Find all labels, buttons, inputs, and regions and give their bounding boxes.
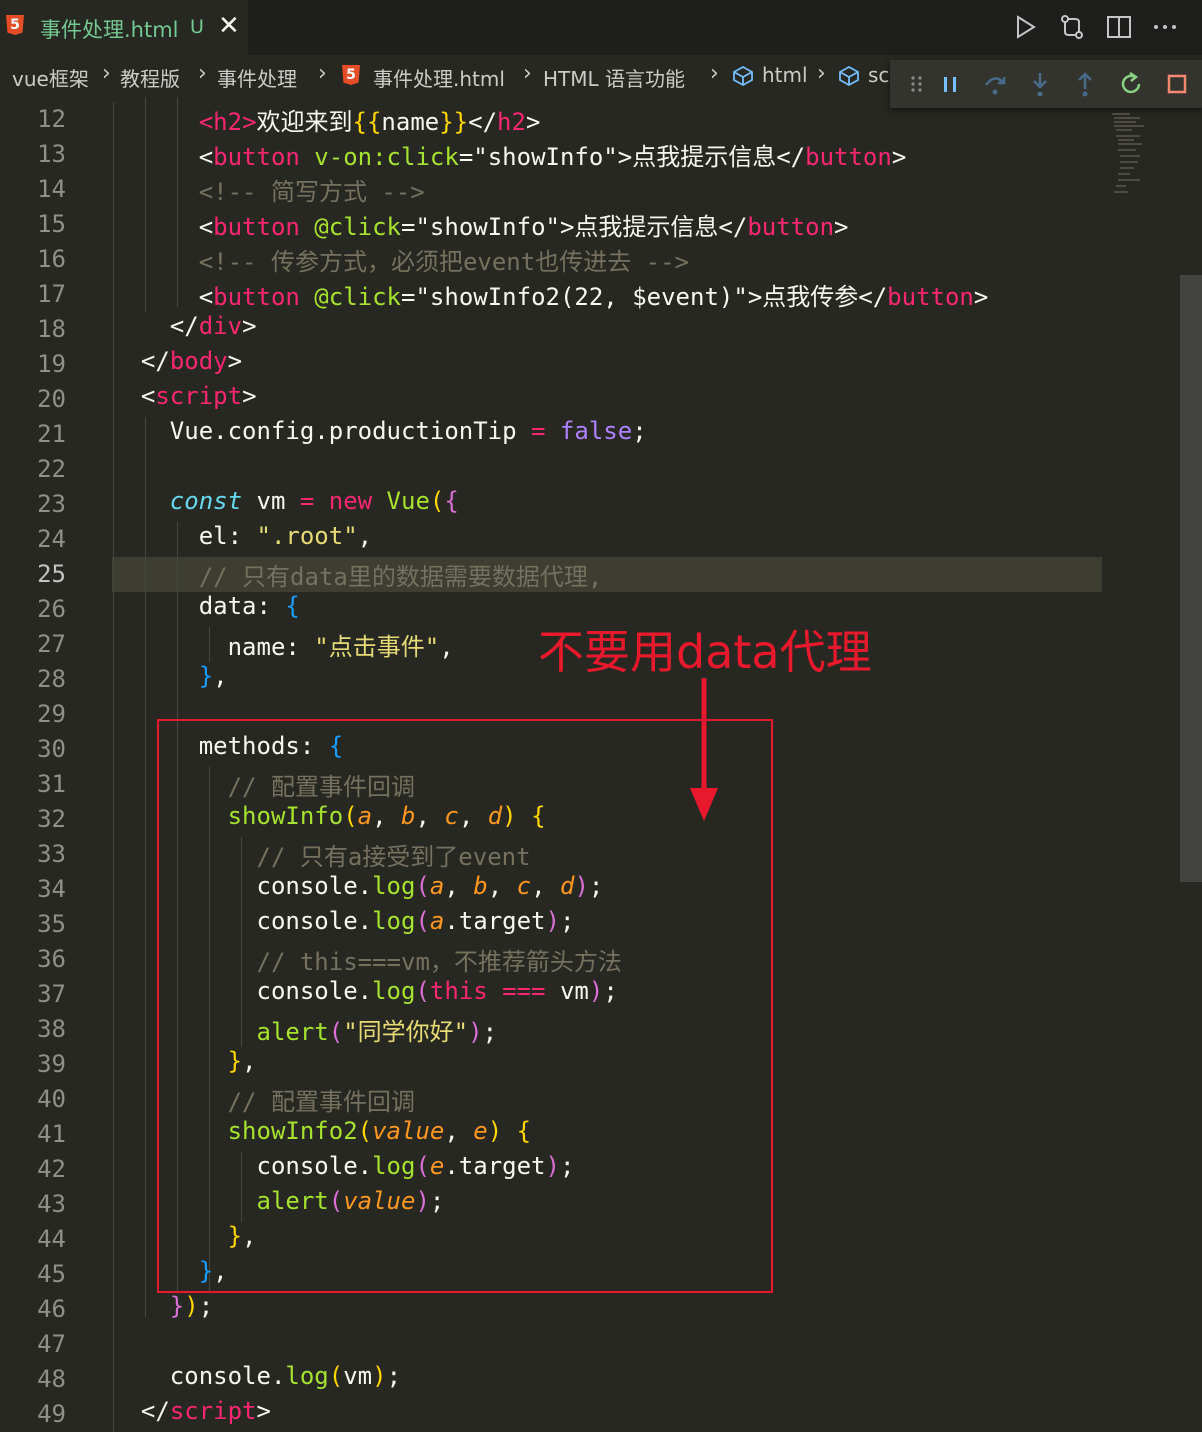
breadcrumb-item[interactable]: html (762, 63, 808, 87)
chevron-right-icon: › (817, 61, 826, 86)
html5-icon: 5 (6, 15, 24, 35)
tab-title: 事件处理.html (40, 18, 179, 42)
code-line: data: { (198, 592, 300, 620)
drag-handle-icon[interactable] (902, 69, 932, 99)
pause-icon[interactable] (935, 69, 965, 99)
cube-icon (837, 64, 861, 88)
chevron-right-icon: › (102, 61, 111, 86)
annotation-arrow-icon (680, 676, 730, 826)
code-line: <script> (140, 382, 257, 410)
close-icon[interactable]: ✕ (218, 11, 240, 41)
code-line: </script> (140, 1397, 271, 1425)
breadcrumb-item[interactable]: 事件处理 (217, 63, 297, 92)
vertical-scrollbar[interactable] (1180, 275, 1202, 882)
code-line: <h2>欢迎来到{{name}}</h2> (198, 108, 541, 136)
code-line: <button v-on:click="showInfo">点我提示信息</bu… (198, 143, 907, 171)
code-line: }, (198, 662, 228, 690)
breadcrumb-item[interactable]: HTML 语言功能 (543, 63, 685, 92)
step-out-icon[interactable] (1070, 69, 1100, 99)
editor-tab[interactable]: 5 事件处理.html U ✕ (0, 0, 248, 55)
tab-bar: 5 事件处理.html U ✕ (0, 0, 1202, 55)
minimap[interactable] (1110, 110, 1150, 200)
cube-icon (731, 64, 755, 88)
stop-icon[interactable] (1162, 69, 1192, 99)
code-line: const vm = new Vue({ (169, 487, 459, 515)
breadcrumb-item[interactable]: sc (868, 63, 889, 87)
code-line: console.log(vm); (169, 1362, 402, 1390)
restart-icon[interactable] (1116, 69, 1146, 99)
html5-icon: 5 (342, 65, 360, 85)
code-line: </div> (169, 312, 257, 340)
breadcrumb-item[interactable]: vue框架 (12, 63, 89, 92)
chevron-right-icon: › (710, 61, 719, 86)
code-line: el: ".root", (198, 522, 373, 550)
breadcrumb-item[interactable]: 教程版 (120, 63, 180, 92)
tab-git-status: U (190, 16, 204, 38)
step-over-icon[interactable] (980, 69, 1010, 99)
more-icon[interactable] (1150, 12, 1180, 42)
code-line: }); (169, 1292, 214, 1320)
step-into-icon[interactable] (1025, 69, 1055, 99)
chevron-right-icon: › (523, 61, 532, 86)
code-line: </body> (140, 347, 243, 375)
chevron-right-icon: › (318, 61, 327, 86)
chevron-right-icon: › (198, 61, 207, 86)
compare-changes-icon[interactable] (1057, 12, 1087, 42)
code-line: <button @click="showInfo">点我提示信息</button… (198, 213, 849, 241)
annotation-label: 不要用data代理 (538, 625, 872, 679)
code-line: // 只有data里的数据需要数据代理, (198, 563, 603, 591)
code-line: name: "点击事件", (227, 633, 454, 661)
split-editor-icon[interactable] (1104, 12, 1134, 42)
run-icon[interactable] (1010, 12, 1040, 42)
breadcrumb-item[interactable]: 事件处理.html (373, 63, 505, 92)
code-line: Vue.config.productionTip = false; (169, 417, 647, 445)
code-line: <button @click="showInfo2(22, $event)">点… (198, 283, 989, 311)
code-line: <!-- 传参方式，必须把event也传进去 --> (198, 248, 689, 276)
code-line: <!-- 简写方式 --> (198, 178, 425, 206)
